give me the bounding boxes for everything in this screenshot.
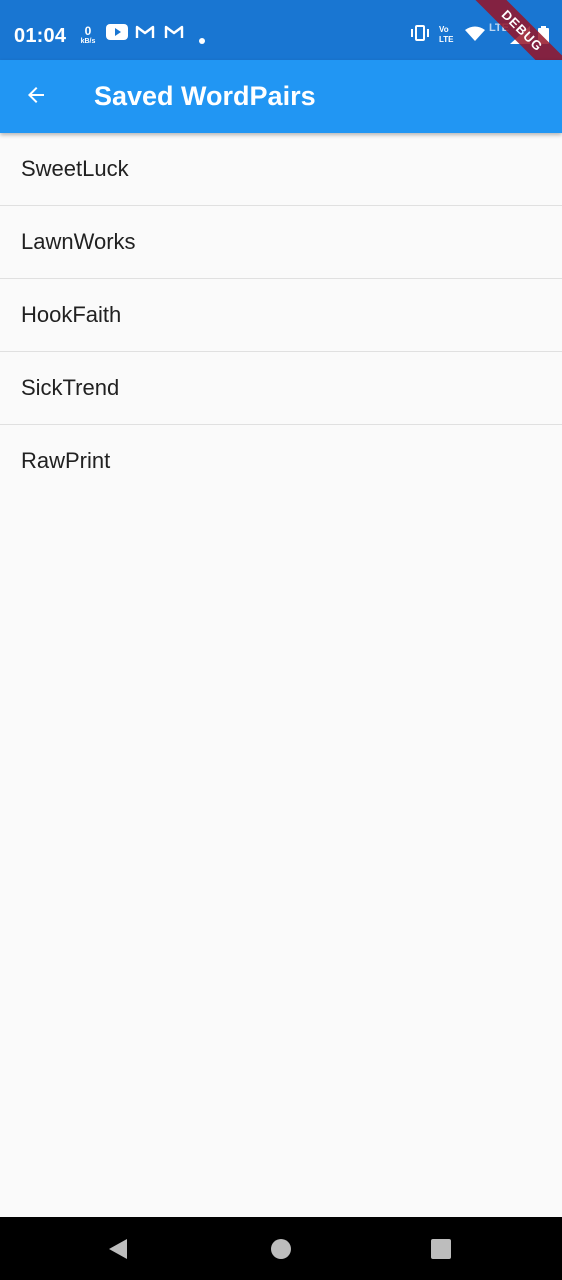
dot-icon xyxy=(199,31,205,49)
list-item[interactable]: HookFaith xyxy=(0,279,562,352)
gmail-icon xyxy=(164,24,184,45)
svg-text:LTE: LTE xyxy=(439,35,454,44)
list-item[interactable]: LawnWorks xyxy=(0,206,562,279)
status-bar: 01:04 0 kB/s Vo LTE LTE DEBUG xyxy=(0,0,562,96)
arrow-back-icon xyxy=(24,83,48,112)
svg-text:Vo: Vo xyxy=(439,25,449,34)
list-item[interactable]: SickTrend xyxy=(0,352,562,425)
status-time: 01:04 xyxy=(14,25,67,47)
network-speed: 0 kB/s xyxy=(78,25,98,45)
youtube-icon xyxy=(106,24,128,45)
saved-wordpairs-list: SweetLuck LawnWorks HookFaith SickTrend … xyxy=(0,133,562,497)
volte-icon: Vo LTE xyxy=(438,24,458,49)
back-button[interactable] xyxy=(12,73,60,121)
page-title: Saved WordPairs xyxy=(94,81,316,111)
wifi-icon xyxy=(465,26,485,47)
back-triangle-icon[interactable] xyxy=(106,1237,130,1261)
gmail-icon xyxy=(135,24,155,45)
app-bar: Saved WordPairs xyxy=(0,60,562,133)
list-item[interactable]: RawPrint xyxy=(0,425,562,497)
list-item[interactable]: SweetLuck xyxy=(0,133,562,206)
recents-square-icon[interactable] xyxy=(429,1237,453,1261)
network-speed-unit: kB/s xyxy=(80,38,96,45)
home-circle-icon[interactable] xyxy=(269,1237,293,1261)
navigation-bar xyxy=(0,1217,562,1280)
vibrate-icon xyxy=(410,24,430,47)
network-speed-value: 0 xyxy=(84,24,92,38)
